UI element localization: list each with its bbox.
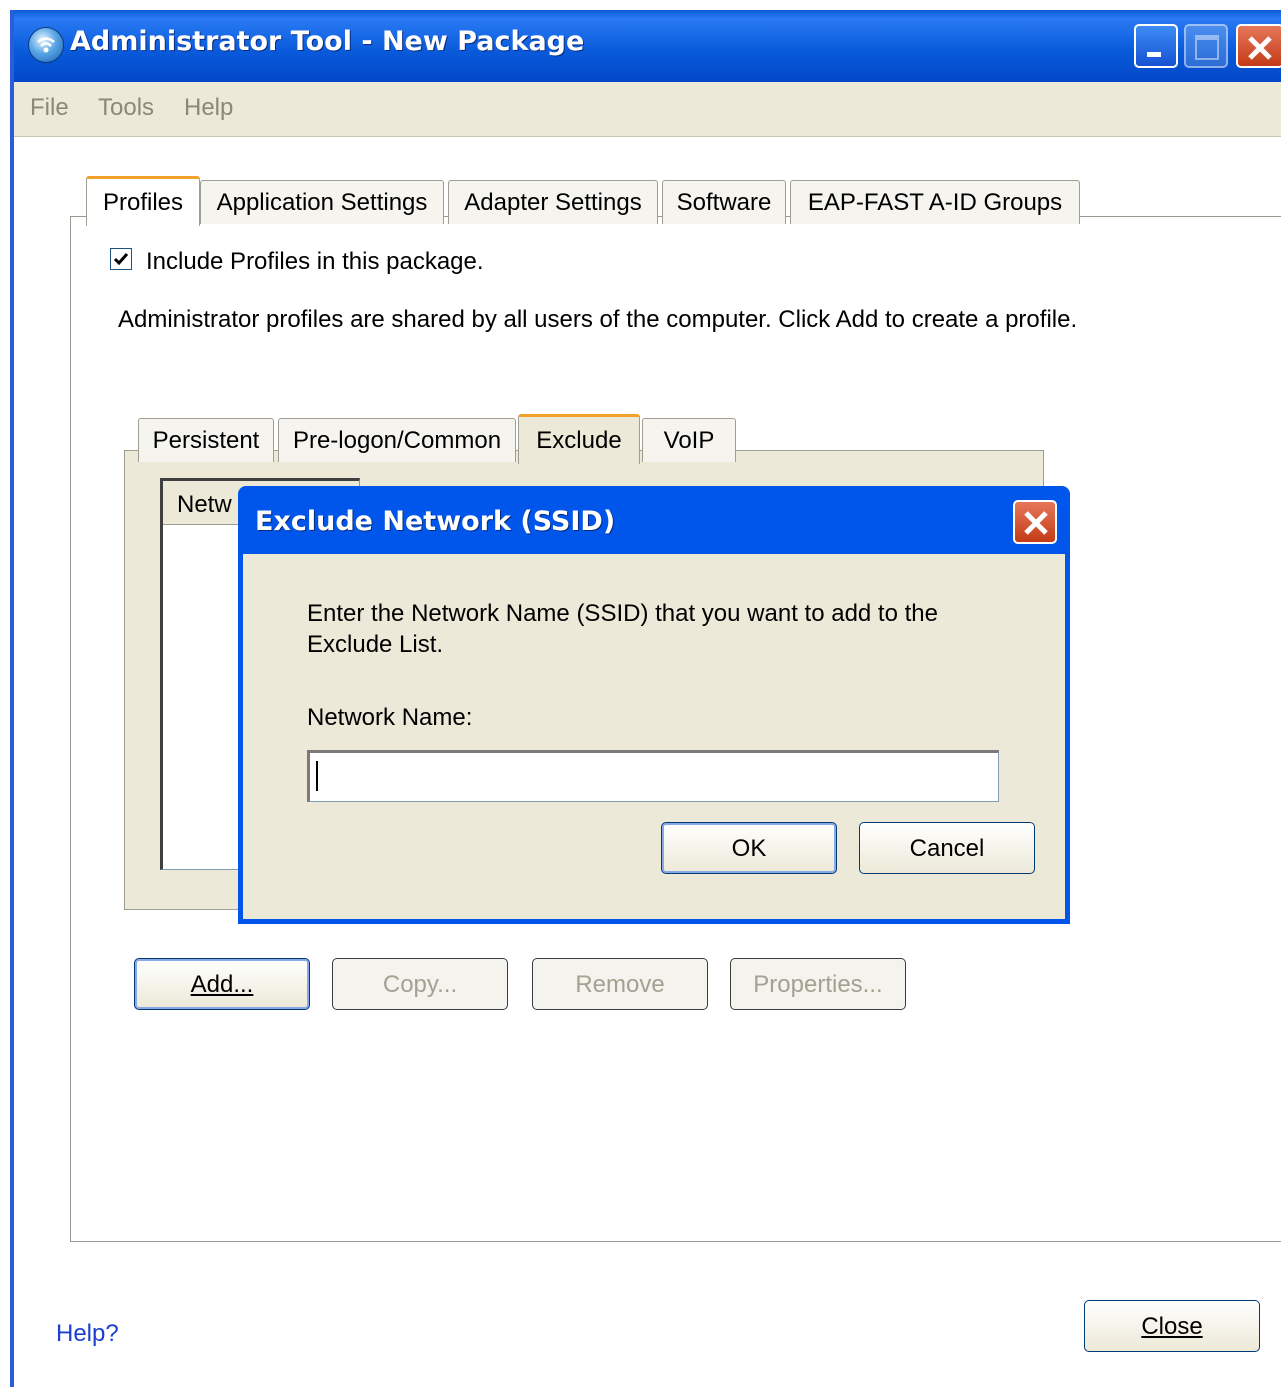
properties-button-label: Properties...	[753, 971, 883, 998]
close-button-label: Close	[1141, 1313, 1203, 1340]
text-caret	[316, 761, 318, 791]
menu-help[interactable]: Help	[184, 94, 233, 122]
tab-profiles[interactable]: Profiles	[86, 176, 200, 226]
subtab-pre-logon-common[interactable]: Pre-logon/Common	[278, 418, 516, 462]
dialog-close-icon[interactable]	[1013, 500, 1057, 544]
network-name-label: Network Name:	[307, 704, 473, 731]
include-profiles-checkbox[interactable]	[110, 248, 132, 270]
cancel-button[interactable]: Cancel	[859, 822, 1035, 874]
subtab-persistent[interactable]: Persistent	[138, 418, 274, 462]
remove-button-label: Remove	[575, 971, 665, 998]
copy-button: Copy...	[332, 958, 508, 1010]
ok-button-label: OK	[731, 835, 767, 862]
help-link[interactable]: Help?	[56, 1320, 119, 1348]
profiles-description: Administrator profiles are shared by all…	[118, 306, 1078, 333]
dialog-body: Enter the Network Name (SSID) that you w…	[243, 554, 1065, 919]
copy-button-label: Copy...	[382, 971, 458, 998]
network-name-input[interactable]	[307, 750, 999, 802]
menu-tools[interactable]: Tools	[98, 94, 154, 122]
tab-application-settings[interactable]: Application Settings	[200, 180, 444, 224]
dialog-title-bar[interactable]: Exclude Network (SSID)	[243, 486, 1065, 554]
ok-button[interactable]: OK	[661, 822, 837, 874]
add-button-label: Add...	[190, 971, 254, 998]
remove-button: Remove	[532, 958, 708, 1010]
subtab-voip[interactable]: VoIP	[642, 418, 736, 462]
maximize-icon	[1184, 24, 1228, 68]
close-button[interactable]: Close	[1084, 1300, 1260, 1352]
dialog-title: Exclude Network (SSID)	[255, 506, 616, 537]
include-profiles-label[interactable]: Include Profiles in this package.	[146, 248, 484, 276]
menu-bar: File Tools Help	[14, 82, 1281, 137]
tab-eap-fast-aid-groups[interactable]: EAP-FAST A-ID Groups	[790, 180, 1080, 224]
add-button[interactable]: Add...	[134, 958, 310, 1010]
checkmark-icon	[113, 253, 129, 266]
tab-software[interactable]: Software	[662, 180, 786, 224]
cancel-button-label: Cancel	[909, 835, 985, 862]
exclude-network-dialog: Exclude Network (SSID) Enter the Network…	[238, 486, 1070, 924]
window-title: Administrator Tool - New Package	[70, 26, 585, 57]
menu-file[interactable]: File	[30, 94, 69, 122]
title-bar[interactable]: Administrator Tool - New Package	[14, 10, 1281, 82]
dialog-message: Enter the Network Name (SSID) that you w…	[307, 600, 938, 658]
minimize-icon[interactable]	[1134, 24, 1178, 68]
subtab-exclude[interactable]: Exclude	[518, 414, 640, 464]
properties-button: Properties...	[730, 958, 906, 1010]
tab-adapter-settings[interactable]: Adapter Settings	[448, 180, 658, 224]
app-wireless-icon	[28, 27, 64, 63]
close-icon[interactable]	[1236, 24, 1281, 68]
